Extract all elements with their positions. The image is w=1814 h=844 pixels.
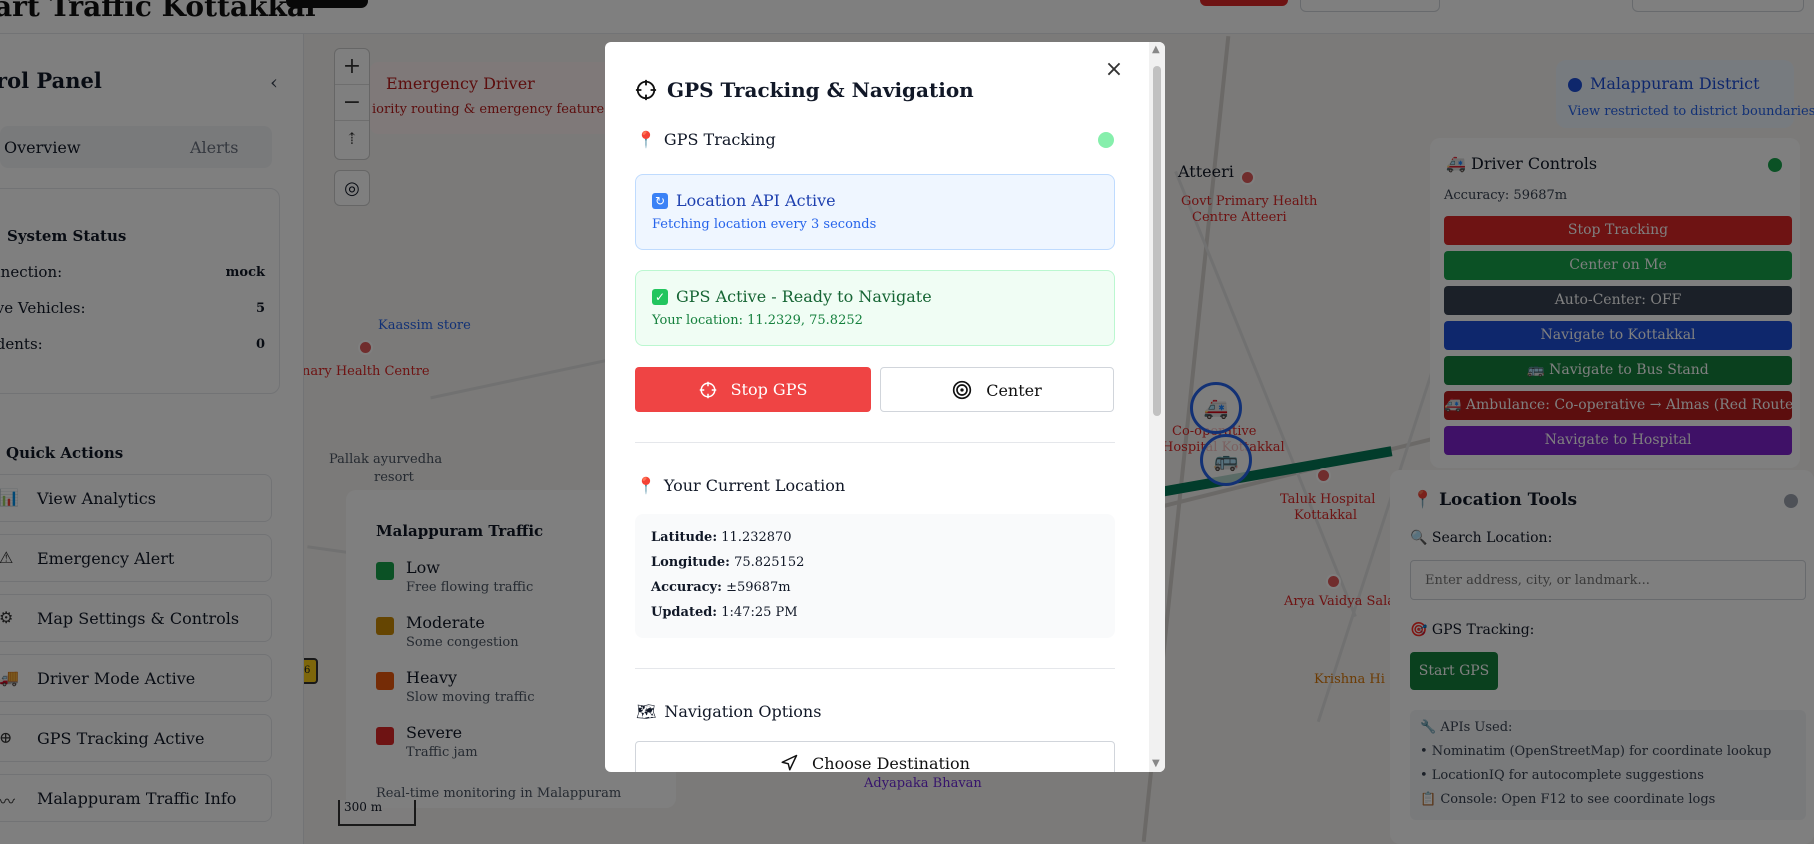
divider — [635, 668, 1115, 669]
check-icon: ✓ — [652, 289, 668, 305]
modal-title: GPS Tracking & Navigation — [635, 78, 974, 102]
crosshair-icon — [699, 381, 716, 399]
gps-status-subtitle: Your location: 11.2329, 75.8252 — [652, 313, 863, 328]
target-icon — [953, 380, 972, 399]
scrollbar-thumb[interactable] — [1153, 66, 1161, 416]
refresh-icon: ↻ — [652, 193, 668, 209]
scroll-down-arrow-icon[interactable]: ▼ — [1152, 758, 1160, 769]
pin-icon: 📍 — [636, 130, 656, 149]
center-button[interactable]: Center — [880, 367, 1114, 412]
close-icon[interactable]: × — [1102, 58, 1126, 82]
current-location-box: Latitude: 11.232870 Longitude: 75.825152… — [635, 514, 1115, 638]
navigation-arrow-icon — [781, 754, 798, 770]
crosshair-icon — [635, 79, 657, 101]
map-icon: 🗺 — [636, 702, 657, 721]
gps-status-title: ✓ GPS Active - Ready to Navigate — [652, 287, 932, 306]
gps-navigation-modal: × GPS Tracking & Navigation 📍 GPS Trackin… — [605, 42, 1165, 772]
gps-status-dot — [1098, 132, 1114, 148]
longitude-row: Longitude: 75.825152 — [651, 555, 805, 570]
gps-tracking-section-title: 📍 GPS Tracking — [636, 130, 776, 149]
modal-scrollbar[interactable]: ▲ ▼ — [1149, 42, 1165, 772]
pin-icon: 📍 — [636, 476, 656, 495]
navigation-options-section-title: 🗺 Navigation Options — [636, 702, 822, 721]
latitude-row: Latitude: 11.232870 — [651, 530, 792, 545]
divider — [635, 442, 1115, 443]
gps-active-status: ✓ GPS Active - Ready to Navigate Your loc… — [635, 270, 1115, 346]
accuracy-row: Accuracy: ±59687m — [651, 580, 791, 595]
current-location-section-title: 📍 Your Current Location — [636, 476, 846, 495]
updated-row: Updated: 1:47:25 PM — [651, 605, 798, 620]
choose-destination-button[interactable]: Choose Destination — [635, 741, 1115, 772]
scroll-up-arrow-icon[interactable]: ▲ — [1152, 44, 1160, 55]
api-status-subtitle: Fetching location every 3 seconds — [652, 217, 877, 232]
api-status-title: ↻ Location API Active — [652, 191, 836, 210]
stop-gps-button[interactable]: Stop GPS — [635, 367, 871, 412]
location-api-status: ↻ Location API Active Fetching location e… — [635, 174, 1115, 250]
